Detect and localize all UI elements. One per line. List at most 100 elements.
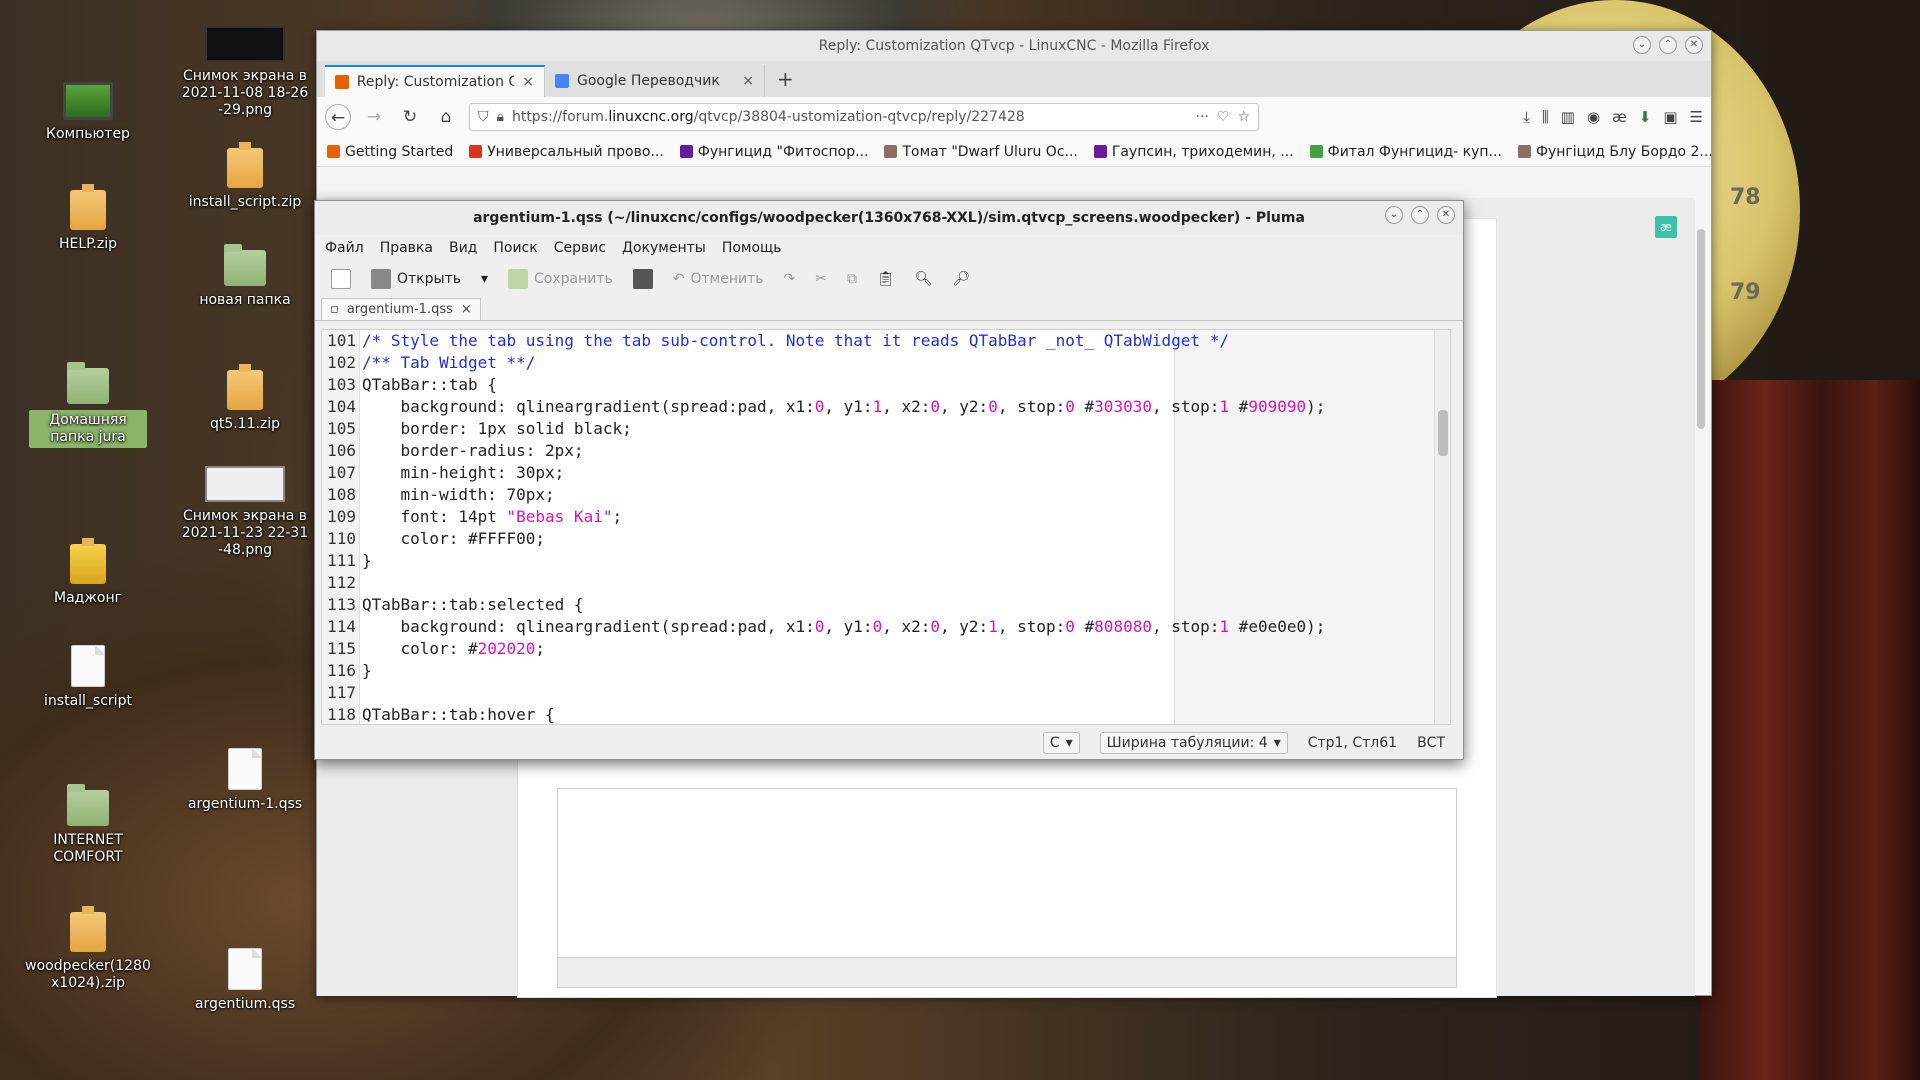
code-line[interactable]: 106 border-radius: 2px; xyxy=(322,440,1450,462)
desktop-icon-home-folder[interactable]: Домашняя папка jura xyxy=(23,362,153,448)
desktop-icon-internet-comfort[interactable]: INTERNET COMFORT xyxy=(23,784,153,866)
new-document-button[interactable] xyxy=(325,266,357,292)
code-line[interactable]: 117 xyxy=(322,682,1450,704)
code-line[interactable]: 107 min-height: 30px; xyxy=(322,462,1450,484)
save-button[interactable]: Сохранить xyxy=(502,266,619,292)
library-icon[interactable]: ⫼ xyxy=(1542,108,1549,126)
open-button[interactable]: Открыть xyxy=(365,266,467,292)
menu-search[interactable]: Поиск xyxy=(493,240,537,256)
print-button[interactable] xyxy=(627,266,659,292)
menu-tools[interactable]: Сервис xyxy=(554,240,606,256)
desktop-icon-computer[interactable]: Компьютер xyxy=(23,82,153,143)
menu-help[interactable]: Помощь xyxy=(722,240,782,256)
copy-button[interactable]: ⧉ xyxy=(841,268,863,290)
menu-documents[interactable]: Документы xyxy=(622,240,706,256)
paste-button[interactable]: 📋︎ xyxy=(871,268,901,290)
bookmark-item[interactable]: Фитал Фунгицид- куп... xyxy=(1309,144,1502,160)
code-line[interactable]: 111} xyxy=(322,550,1450,572)
tab-google-translate[interactable]: Google Переводчик × xyxy=(545,65,765,97)
desktop-icon-screenshot-2[interactable]: Снимок экрана в 2021-11-23 22-31-48.png xyxy=(180,466,310,559)
code-editor[interactable]: 101 /* Style the tab using the tab sub-co… xyxy=(321,329,1451,725)
close-icon[interactable]: ✕ xyxy=(1437,206,1455,224)
editor-scrollbar[interactable] xyxy=(1434,330,1450,724)
menu-file[interactable]: Файл xyxy=(325,240,364,256)
firefox-titlebar[interactable]: Reply: Customization QTvcp - LinuxCNC - … xyxy=(317,31,1711,61)
reply-editor[interactable] xyxy=(557,788,1457,988)
back-arrow-icon[interactable]: ← xyxy=(325,104,351,130)
lock-icon[interactable]: 🔒︎ xyxy=(497,109,504,125)
menu-edit[interactable]: Правка xyxy=(380,240,433,256)
minimize-icon[interactable]: ⌄ xyxy=(1633,36,1651,54)
code-line[interactable]: 113 QTabBar::tab:selected { xyxy=(322,594,1450,616)
maximize-icon[interactable]: ⌃ xyxy=(1659,36,1677,54)
close-icon[interactable]: ✕ xyxy=(1685,36,1703,54)
bookmark-item[interactable]: Фунгицид "Фитоспор... xyxy=(679,144,868,160)
url-bar[interactable]: ⛉ 🔒︎ https://forum.linuxcnc.org/qtvcp/38… xyxy=(469,103,1259,131)
desktop-icon-help-zip[interactable]: HELP.zip xyxy=(23,184,153,253)
code-line[interactable]: 103 QTabBar::tab { xyxy=(322,374,1450,396)
puzzle-extension-icon[interactable]: ▣ xyxy=(1663,108,1677,126)
code-line[interactable]: 108 min-width: 70px; xyxy=(322,484,1450,506)
undo-button[interactable]: ↶ Отменить xyxy=(667,268,770,290)
maximize-icon[interactable]: ⌃ xyxy=(1411,206,1429,224)
code-line[interactable]: 118 QTabBar::tab:hover { xyxy=(322,704,1450,724)
tab-close-icon[interactable]: × xyxy=(742,73,754,89)
home-icon[interactable]: ⌂ xyxy=(433,104,459,130)
sidebar-icon[interactable]: ▥ xyxy=(1561,108,1575,126)
page-scrollbar[interactable] xyxy=(1697,219,1707,979)
menu-view[interactable]: Вид xyxy=(449,240,477,256)
code-line[interactable]: 101 /* Style the tab using the tab sub-co… xyxy=(322,330,1450,352)
desktop-icon-mahjong[interactable]: Маджонг xyxy=(23,538,153,607)
hamburger-menu-icon[interactable]: ☰ xyxy=(1690,108,1703,126)
desktop-icon-argentium-1-qss[interactable]: argentium-1.qss xyxy=(180,748,310,813)
ae-page-badge-icon[interactable]: æ xyxy=(1655,216,1677,238)
language-selector[interactable]: C ▾ xyxy=(1042,732,1080,754)
bookmark-item[interactable]: Универсальный прово... xyxy=(469,144,664,160)
bookmark-item[interactable]: Гаупсин, триходемин, ... xyxy=(1093,144,1294,160)
doc-tab-argentium-1[interactable]: ▫ argentium-1.qss × xyxy=(321,298,481,320)
bookmark-item[interactable]: Фунгіцид Блу Бордо 2... xyxy=(1517,144,1711,160)
tab-width-selector[interactable]: Ширина табуляции: 4 ▾ xyxy=(1099,732,1288,754)
tab-reply-customization[interactable]: Reply: Customization QT × xyxy=(325,65,545,97)
scrollbar-thumb[interactable] xyxy=(1438,410,1448,456)
desktop-icon-new-folder[interactable]: новая папка xyxy=(180,244,310,309)
code-line[interactable]: 115 color: #202020; xyxy=(322,638,1450,660)
code-line[interactable]: 104 background: qlineargradient(spread:p… xyxy=(322,396,1450,418)
extension-icon[interactable]: ⬇ xyxy=(1639,108,1652,126)
desktop-icon-install-script[interactable]: install_script xyxy=(23,645,153,710)
pocket-icon[interactable]: ♡ xyxy=(1217,109,1230,125)
desktop-icon-woodpecker-zip[interactable]: woodpecker(1280x1024).zip xyxy=(23,906,153,992)
ae-extension-icon[interactable]: æ xyxy=(1612,108,1627,126)
bookmark-star-icon[interactable]: ☆ xyxy=(1237,109,1250,125)
code-line[interactable]: 105 border: 1px solid black; xyxy=(322,418,1450,440)
code-line[interactable]: 112 xyxy=(322,572,1450,594)
desktop-icon-argentium-qss[interactable]: argentium.qss xyxy=(180,948,310,1013)
tab-close-icon[interactable]: × xyxy=(522,74,534,90)
downloads-icon[interactable]: ⤓ xyxy=(1523,108,1530,126)
redo-button[interactable]: ↷ xyxy=(778,268,802,290)
code-line[interactable]: 116} xyxy=(322,660,1450,682)
desktop-icon-screenshot-1[interactable]: Снимок экрана в 2021-11-08 18-26-29.png xyxy=(180,26,310,119)
desktop-icon-install-script-zip[interactable]: install_script.zip xyxy=(180,142,310,211)
open-recent-dropdown[interactable]: ▾ xyxy=(475,268,494,290)
cut-button[interactable]: ✂ xyxy=(809,268,833,290)
reload-icon[interactable]: ↻ xyxy=(397,104,423,130)
account-icon[interactable]: ◉ xyxy=(1587,108,1600,126)
page-actions-icon[interactable]: ··· xyxy=(1196,109,1209,125)
replace-button[interactable]: 🔎︎ xyxy=(947,268,977,290)
code-line[interactable]: 102 /** Tab Widget **/ xyxy=(322,352,1450,374)
desktop-icon-qt5-zip[interactable]: qt5.11.zip xyxy=(180,364,310,433)
scrollbar-thumb[interactable] xyxy=(1697,229,1705,429)
bookmark-item[interactable]: Томат "Dwarf Uluru Oc... xyxy=(884,144,1078,160)
pluma-titlebar[interactable]: argentium-1.qss (~/linuxcnc/configs/wood… xyxy=(315,201,1463,235)
code-line[interactable]: 114 background: qlineargradient(spread:p… xyxy=(322,616,1450,638)
minimize-icon[interactable]: ⌄ xyxy=(1385,206,1403,224)
code-line[interactable]: 110 color: #FFFF00; xyxy=(322,528,1450,550)
code-line[interactable]: 109 font: 14pt "Bebas Kai"; xyxy=(322,506,1450,528)
find-button[interactable]: 🔍︎ xyxy=(909,268,939,290)
new-tab-button[interactable]: + xyxy=(765,67,806,97)
shield-icon[interactable]: ⛉ xyxy=(478,109,489,125)
bookmark-item[interactable]: Getting Started xyxy=(327,144,453,160)
forward-arrow-icon[interactable]: → xyxy=(361,104,387,130)
doc-tab-close-icon[interactable]: × xyxy=(461,302,472,317)
